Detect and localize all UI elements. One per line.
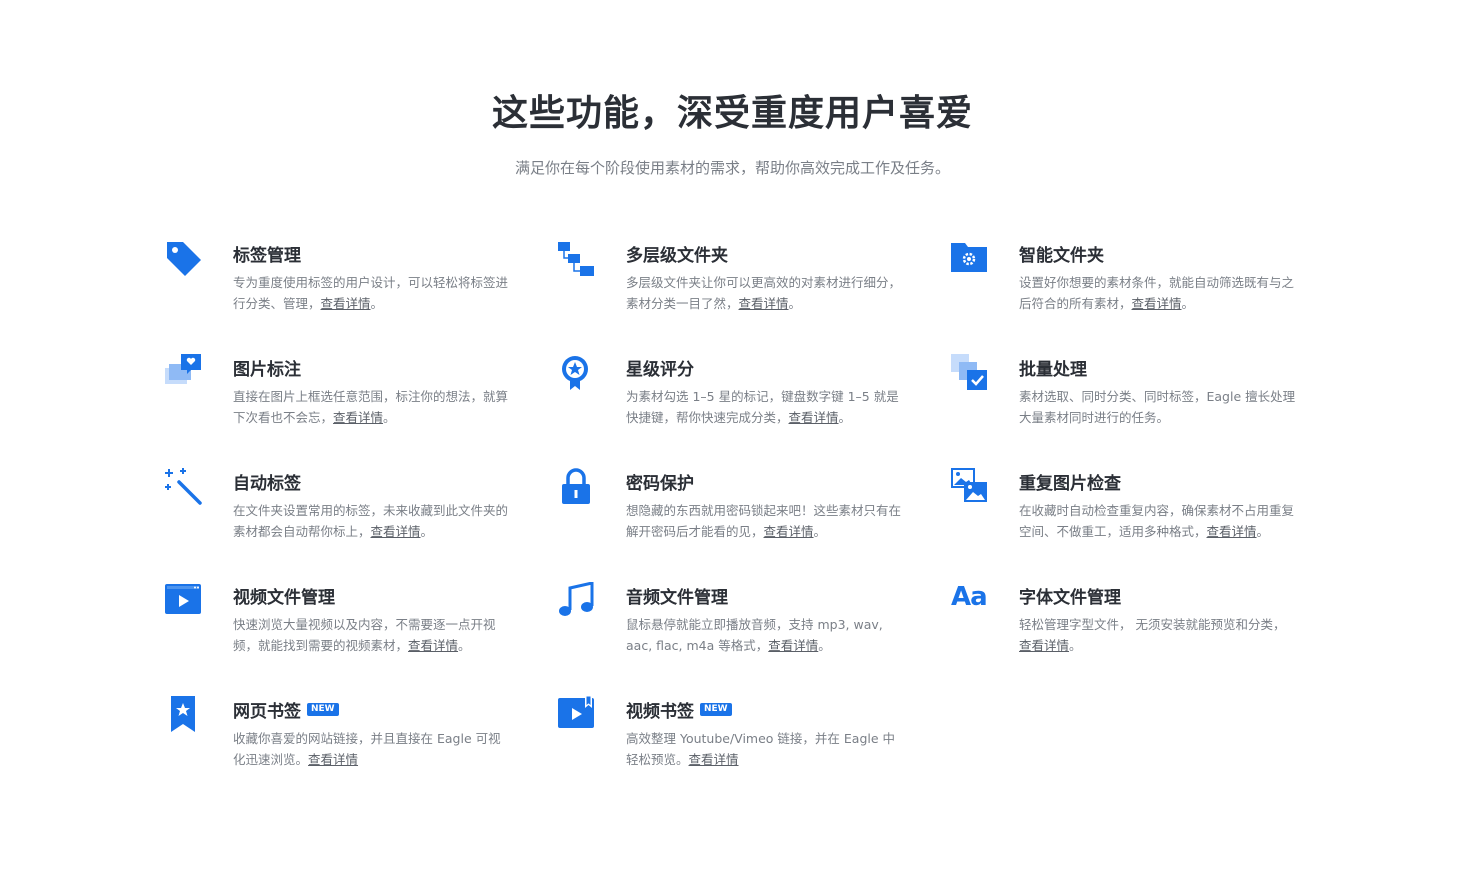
details-link[interactable]: 查看详情	[1019, 638, 1069, 653]
folder-tree-icon	[558, 240, 596, 278]
feature-desc: 想隐藏的东西就用密码锁起来吧！这些素材只有在解开密码后才能看的见，查看详情。	[626, 503, 902, 539]
details-link[interactable]: 查看详情	[408, 638, 458, 653]
feature-desc: 素材选取、同时分类、同时标签，Eagle 擅长处理大量素材同时进行的任务。	[1019, 389, 1296, 425]
details-link[interactable]: 查看详情	[689, 752, 739, 767]
feature-title: 自动标签	[233, 473, 301, 494]
feature-title: 字体文件管理	[1019, 587, 1121, 608]
feature-title: 视频文件管理	[233, 587, 335, 608]
details-link[interactable]: 查看详情	[768, 638, 818, 653]
feature-title: 多层级文件夹	[626, 245, 728, 266]
feature-desc: 设置好你想要的素材条件，就能自动筛选既有与之后符合的所有素材，查看详情。	[1019, 275, 1295, 311]
feature-desc: 在文件夹设置常用的标签，未来收藏到此文件夹的素材都会自动帮你标上，查看详情。	[233, 503, 509, 539]
feature-title: 星级评分	[626, 359, 694, 380]
feature-desc: 高效整理 Youtube/Vimeo 链接，并在 Eagle 中轻松预览。查看详…	[626, 731, 896, 767]
details-link[interactable]: 查看详情	[333, 410, 383, 425]
feature-title: 密码保护	[626, 473, 694, 494]
feature-desc: 轻松管理字型文件， 无须安装就能预览和分类，查看详情。	[1019, 617, 1286, 653]
feature-title: 智能文件夹	[1019, 245, 1104, 266]
new-badge: NEW	[700, 702, 732, 716]
details-link[interactable]: 查看详情	[371, 524, 421, 539]
feature-title: 标签管理	[233, 245, 301, 266]
details-link[interactable]: 查看详情	[739, 296, 789, 311]
music-note-icon	[558, 582, 596, 620]
details-link[interactable]: 查看详情	[1207, 524, 1257, 539]
feature-title: 音频文件管理	[626, 587, 728, 608]
video-file-icon	[165, 582, 203, 620]
details-link[interactable]: 查看详情	[321, 296, 371, 311]
font-icon: Aa	[951, 582, 988, 612]
feature-desc: 直接在图片上框选任意范围，标注你的想法，就算下次看也不会忘，查看详情。	[233, 389, 509, 425]
feature-desc: 多层级文件夹让你可以更高效的对素材进行细分，素材分类一目了然，查看详情。	[626, 275, 902, 311]
magic-wand-icon	[165, 468, 203, 506]
feature-desc: 为素材勾选 1–5 星的标记，键盘数字键 1–5 就是快捷键，帮你快速完成分类，…	[626, 389, 899, 425]
video-bookmark-icon	[558, 696, 596, 734]
feature-title: 视频书签	[626, 701, 694, 722]
feature-desc: 收藏你喜爱的网站链接，并且直接在 Eagle 可视化迅速浏览。查看详情	[233, 731, 501, 767]
feature-title: 网页书签	[233, 701, 301, 722]
details-link[interactable]: 查看详情	[308, 752, 358, 767]
batch-icon	[951, 354, 989, 392]
feature-desc: 专为重度使用标签的用户设计，可以轻松将标签进行分类、管理，查看详情。	[233, 275, 509, 311]
image-annotation-icon	[165, 354, 203, 392]
feature-desc: 在收藏时自动检查重复内容，确保素材不占用重复空间、不做重工，适用多种格式，查看详…	[1019, 503, 1295, 539]
details-link[interactable]: 查看详情	[1132, 296, 1182, 311]
details-link[interactable]: 查看详情	[764, 524, 814, 539]
feature-title: 重复图片检查	[1019, 473, 1121, 494]
feature-title: 图片标注	[233, 359, 301, 380]
page-title: 这些功能，深受重度用户喜爱	[491, 93, 973, 134]
feature-title: 批量处理	[1019, 359, 1087, 380]
feature-desc: 快速浏览大量视频以及内容，不需要逐一点开视频，就能找到需要的视频素材，查看详情。	[233, 617, 496, 653]
rating-badge-icon	[558, 354, 596, 392]
lock-icon	[558, 468, 596, 506]
duplicate-images-icon	[951, 468, 989, 506]
page-subtitle: 满足你在每个阶段使用素材的需求，帮助你高效完成工作及任务。	[514, 159, 950, 177]
new-badge: NEW	[307, 702, 339, 716]
bookmark-icon	[165, 696, 203, 734]
details-link[interactable]: 查看详情	[789, 410, 839, 425]
feature-desc: 鼠标悬停就能立即播放音频，支持 mp3, wav, aac, flac, m4a…	[626, 617, 883, 653]
smart-folder-icon	[951, 240, 989, 278]
tag-icon	[165, 240, 203, 278]
